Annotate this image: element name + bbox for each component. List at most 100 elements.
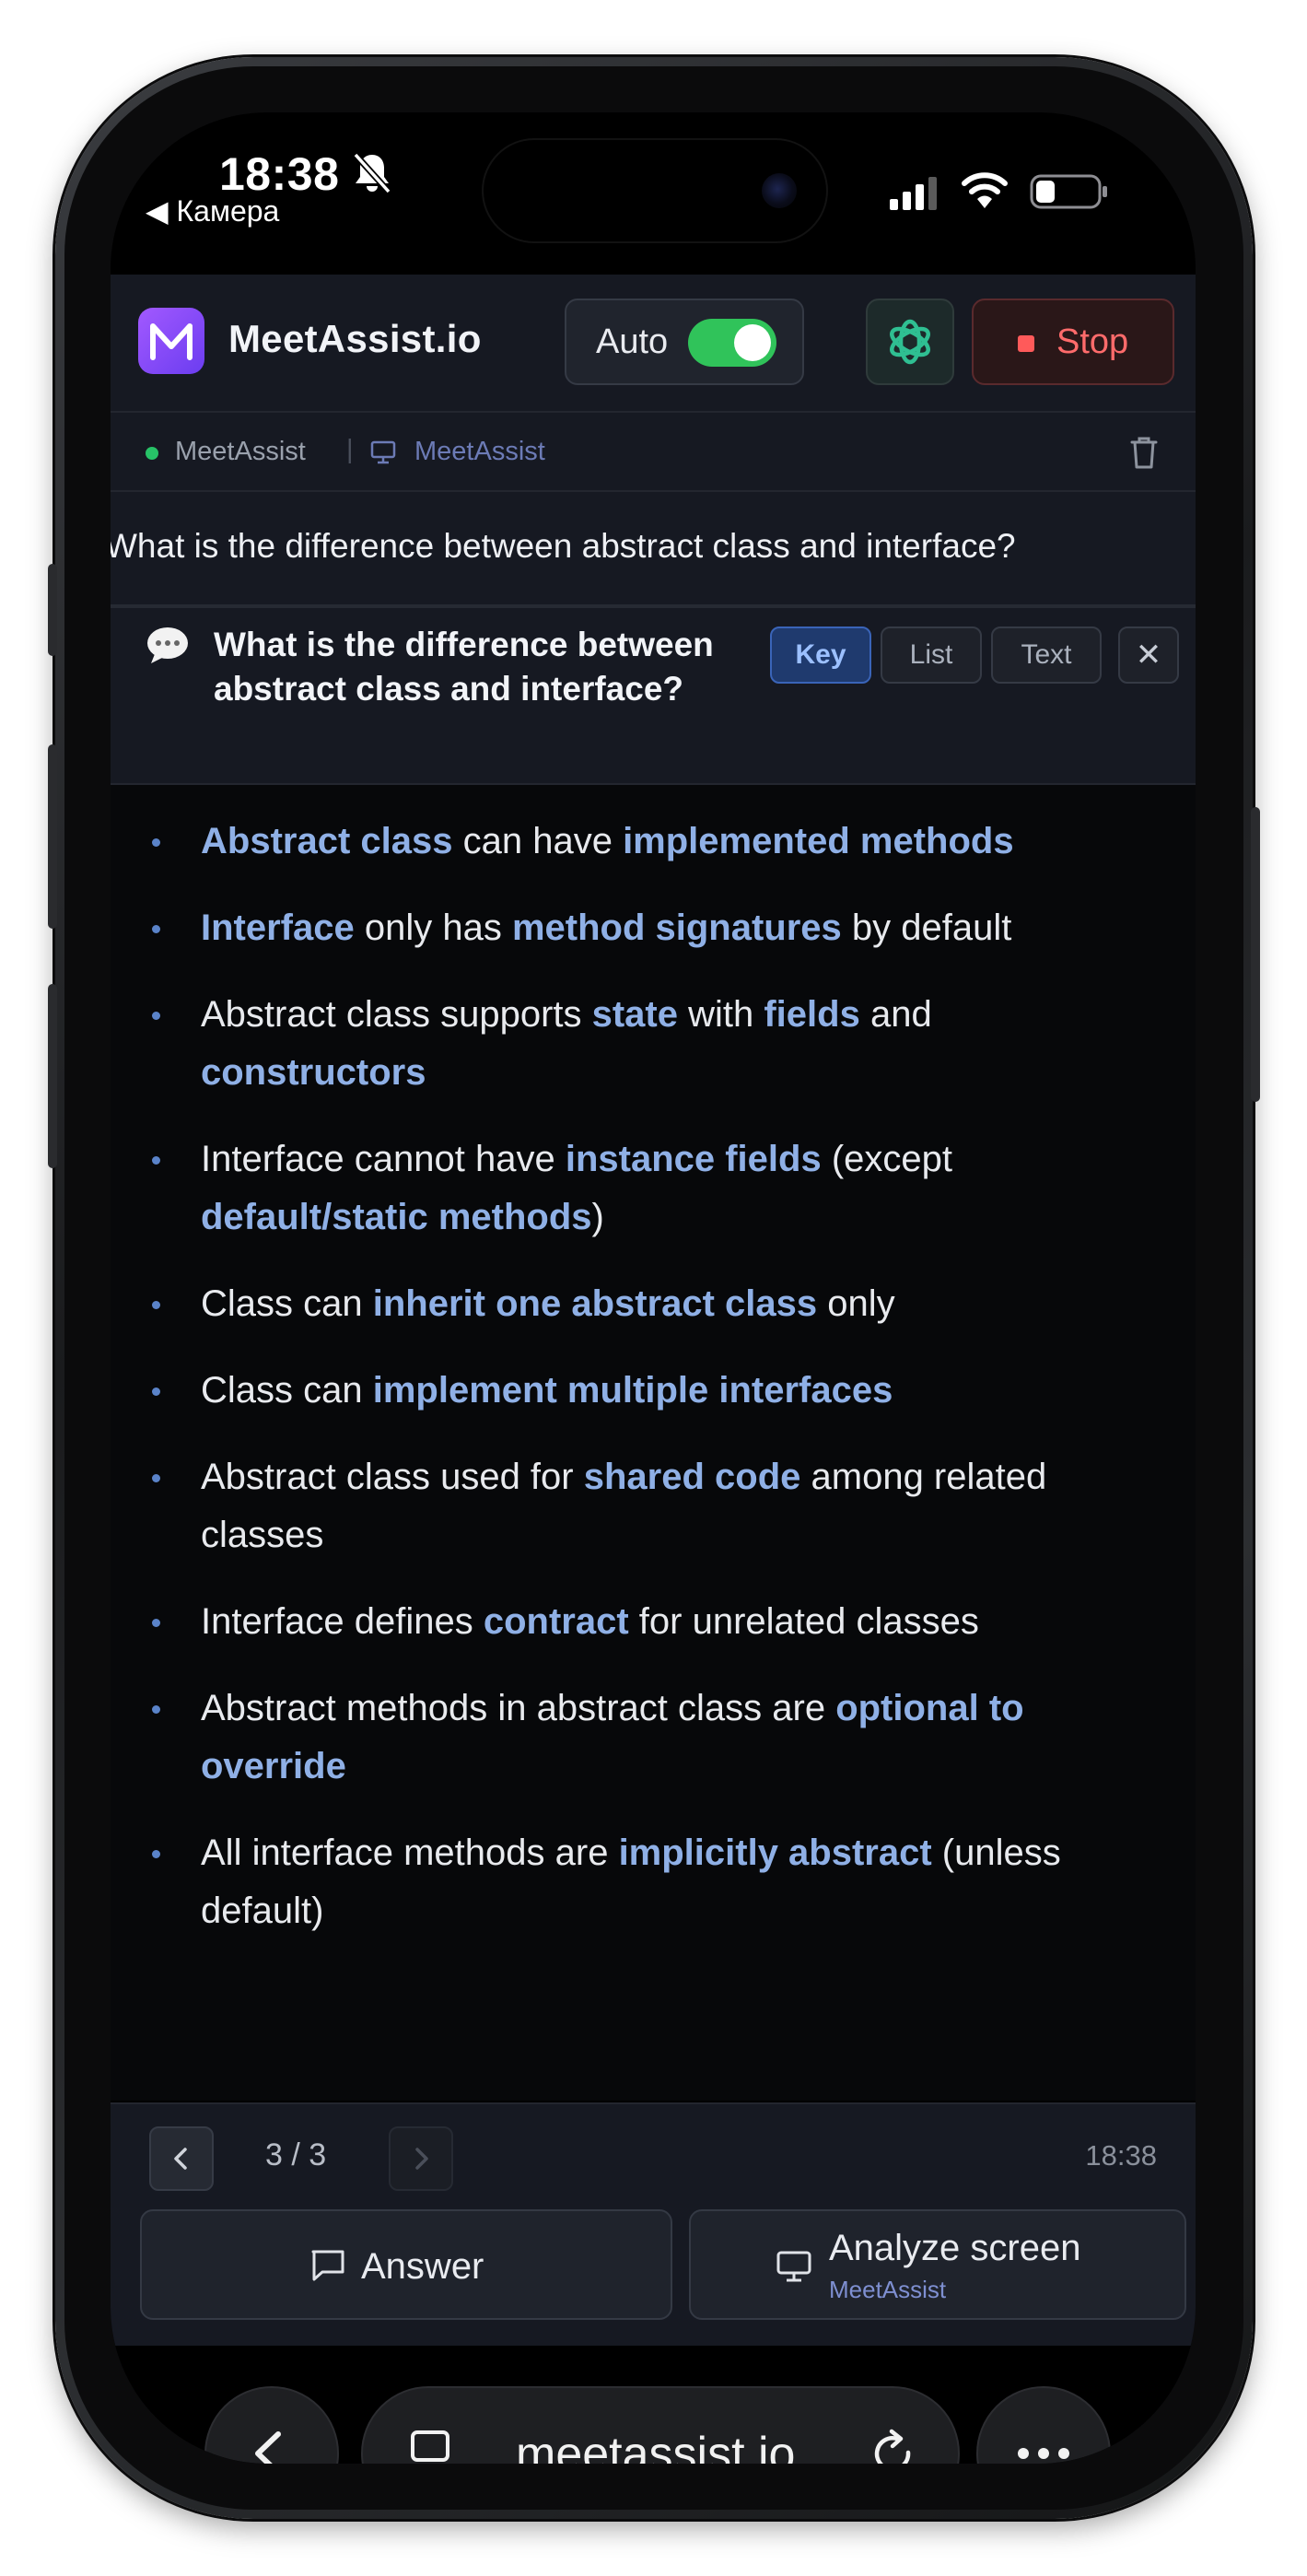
source-row: MeetAssist | MeetAssist bbox=[111, 413, 1196, 492]
action-button bbox=[48, 564, 57, 656]
auto-toggle[interactable] bbox=[688, 319, 776, 367]
stop-label: Stop bbox=[1056, 322, 1129, 361]
answer-text: can have bbox=[452, 821, 624, 861]
previous-answer-button[interactable] bbox=[149, 2126, 214, 2191]
tab-overview-icon[interactable] bbox=[407, 2429, 453, 2464]
answer-text: (except bbox=[821, 1139, 952, 1179]
browser-more-button[interactable] bbox=[976, 2386, 1111, 2464]
key-term: implemented methods bbox=[623, 821, 1014, 861]
analyze-screen-source: MeetAssist bbox=[829, 2276, 947, 2303]
answer-text: Interface defines bbox=[201, 1601, 484, 1642]
answer-panel: Abstract class can have implemented meth… bbox=[111, 785, 1196, 2101]
answer-text: All interface methods are bbox=[201, 1832, 619, 1873]
audio-source-name: MeetAssist bbox=[175, 437, 306, 466]
back-to-camera-link[interactable]: ◀ Камера bbox=[146, 193, 279, 228]
answer-list: Abstract class can have implemented meth… bbox=[111, 813, 1196, 1969]
auto-mode-control[interactable]: Auto bbox=[565, 299, 804, 385]
dynamic-island bbox=[482, 138, 828, 243]
answer-text: only has bbox=[354, 907, 512, 948]
answer-point: Abstract class supports state with field… bbox=[111, 986, 1196, 1102]
speech-bubble-icon bbox=[147, 627, 188, 663]
close-icon[interactable]: ✕ bbox=[1118, 626, 1179, 684]
action-bar: Answer Analyze screen MeetAssist bbox=[111, 2196, 1196, 2346]
answer-button[interactable]: Answer bbox=[140, 2209, 672, 2320]
key-term: implicitly abstract bbox=[618, 1832, 932, 1873]
openai-icon bbox=[890, 319, 930, 365]
analyze-screen-button[interactable]: Analyze screen MeetAssist bbox=[689, 2209, 1186, 2320]
meetassist-logo-icon bbox=[138, 308, 204, 374]
answer-text: for unrelated classes bbox=[628, 1601, 979, 1642]
chevron-left-icon bbox=[255, 2431, 281, 2464]
answer-text: Abstract methods in abstract class are bbox=[201, 1688, 836, 1728]
answer-point: Interface defines contract for unrelated… bbox=[111, 1593, 1196, 1651]
answer-point: Class can implement multiple interfaces bbox=[111, 1362, 1196, 1420]
url-text: meetassist.io bbox=[516, 2428, 796, 2464]
monitor-icon bbox=[776, 2251, 811, 2282]
trash-icon[interactable] bbox=[1129, 435, 1159, 470]
toggle-knob bbox=[734, 324, 771, 361]
brand-name: MeetAssist.io bbox=[228, 317, 482, 360]
answer-text: Abstract class used for bbox=[201, 1457, 584, 1497]
answer-point: All interface methods are implicitly abs… bbox=[111, 1824, 1196, 1940]
key-term: state bbox=[591, 994, 678, 1035]
stop-icon bbox=[1018, 335, 1034, 352]
more-dots-icon bbox=[1018, 2448, 1069, 2459]
key-term: inherit one abstract class bbox=[372, 1283, 818, 1324]
answer-text: Class can bbox=[201, 1370, 373, 1411]
wifi-icon bbox=[962, 172, 1008, 208]
front-camera-icon bbox=[762, 173, 797, 208]
key-term: instance fields bbox=[565, 1139, 822, 1179]
openai-model-button[interactable] bbox=[866, 299, 954, 385]
bell-muted-icon bbox=[353, 152, 391, 194]
volume-down-button bbox=[48, 984, 57, 1168]
mode-key-button[interactable]: Key bbox=[770, 626, 871, 684]
key-term: contract bbox=[483, 1601, 629, 1642]
volume-up-button bbox=[48, 744, 57, 929]
key-term: fields bbox=[764, 994, 860, 1035]
answer-text: Abstract class supports bbox=[201, 994, 592, 1035]
battery-icon bbox=[1030, 174, 1107, 209]
chevron-left-icon bbox=[174, 2148, 187, 2170]
answer-text: and bbox=[859, 994, 932, 1035]
key-term: Interface bbox=[201, 907, 355, 948]
transcript-text: What is the difference between abstract … bbox=[111, 527, 1016, 565]
browser-toolbar: meetassist.io bbox=[111, 2346, 1196, 2464]
page-count: 3 / 3 bbox=[265, 2137, 327, 2172]
power-button bbox=[1251, 807, 1260, 1102]
key-term: default/static methods bbox=[201, 1197, 592, 1237]
key-term: shared code bbox=[583, 1457, 801, 1497]
answer-text: only bbox=[817, 1283, 895, 1324]
answer-pager: 3 / 3 18:38 bbox=[111, 2102, 1196, 2198]
monitor-icon bbox=[370, 440, 396, 464]
answer-point: Class can inherit one abstract class onl… bbox=[111, 1275, 1196, 1333]
key-term: method signatures bbox=[511, 907, 842, 948]
answer-point: Interface cannot have instance fields (e… bbox=[111, 1130, 1196, 1247]
answer-point: Abstract class used for shared code amon… bbox=[111, 1448, 1196, 1564]
answer-text: ) bbox=[591, 1197, 604, 1237]
live-status-dot bbox=[146, 447, 158, 460]
answer-point: Interface only has method signatures by … bbox=[111, 899, 1196, 957]
answer-point: Abstract methods in abstract class are o… bbox=[111, 1680, 1196, 1796]
answer-timestamp: 18:38 bbox=[1085, 2139, 1157, 2172]
screen-source-name: MeetAssist bbox=[414, 437, 545, 466]
question-header: What is the difference between abstract … bbox=[111, 608, 1196, 785]
next-answer-button[interactable] bbox=[389, 2126, 453, 2191]
cellular-signal-icon bbox=[890, 177, 937, 210]
chevron-right-icon bbox=[415, 2148, 428, 2170]
stop-button[interactable]: Stop bbox=[972, 299, 1174, 385]
key-term: implement multiple interfaces bbox=[372, 1370, 893, 1411]
key-term: constructors bbox=[201, 1052, 426, 1093]
address-bar[interactable]: meetassist.io bbox=[361, 2386, 960, 2464]
mode-text-button[interactable]: Text bbox=[991, 626, 1102, 684]
mode-list-button[interactable]: List bbox=[881, 626, 982, 684]
answer-text: by default bbox=[841, 907, 1012, 948]
answer-text: with bbox=[678, 994, 764, 1035]
key-term: Abstract class bbox=[201, 821, 453, 861]
live-transcript: What is the difference between abstract … bbox=[111, 492, 1196, 608]
reload-icon[interactable] bbox=[868, 2429, 919, 2464]
browser-back-button[interactable] bbox=[204, 2386, 339, 2464]
answer-text: Interface cannot have bbox=[201, 1139, 566, 1179]
analyze-screen-label: Analyze screen bbox=[829, 2228, 1081, 2268]
question-title: What is the difference between abstract … bbox=[214, 626, 714, 708]
answer-point: Abstract class can have implemented meth… bbox=[111, 813, 1196, 871]
